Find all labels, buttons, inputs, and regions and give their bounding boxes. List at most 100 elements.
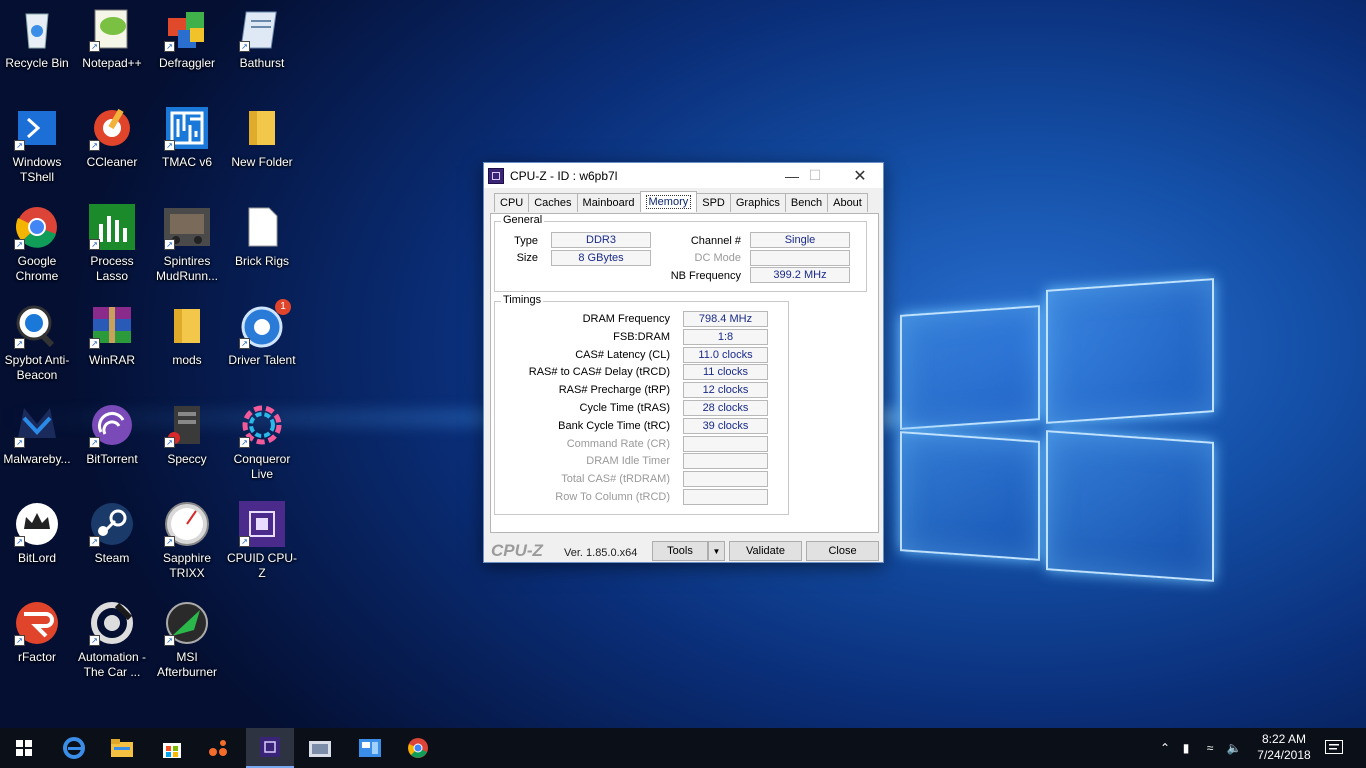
size-label: Size — [516, 252, 538, 264]
desktop-icon[interactable]: ↗ CPUID CPU-Z — [224, 501, 300, 581]
msi-afterburner-icon: ↗ — [164, 600, 210, 646]
conqueror-live-icon: ↗ — [239, 402, 285, 448]
close-window-button[interactable]: ✕ — [837, 163, 883, 188]
taskbar-store[interactable] — [148, 728, 196, 768]
timing-value: 39 clocks — [683, 417, 768, 434]
tab-label: About — [833, 197, 862, 209]
shortcut-arrow-icon: ↗ — [239, 41, 250, 52]
maximize-button[interactable]: ☐ — [792, 163, 838, 188]
shortcut-arrow-icon: ↗ — [164, 140, 175, 151]
notification-badge: 1 — [275, 299, 291, 315]
desktop-icon[interactable]: ↗ Spybot Anti-Beacon — [0, 303, 75, 383]
taskbar-origin[interactable] — [196, 728, 244, 768]
shortcut-arrow-icon: ↗ — [89, 41, 100, 52]
sapphire-trixx-icon: ↗ — [164, 501, 210, 547]
tab-memory[interactable]: Memory — [639, 191, 698, 212]
shortcut-arrow-icon: ↗ — [89, 239, 100, 250]
timing-label: DRAM Idle Timer — [586, 455, 670, 468]
recycle-bin-icon — [14, 6, 60, 52]
desktop-icon[interactable]: ↗ CCleaner — [74, 105, 150, 170]
size-value: 8 GBytes — [551, 250, 651, 266]
desktop-icon[interactable]: ↗ Conqueror Live — [224, 402, 300, 482]
title-bar[interactable]: CPU-Z - ID : w6pb7l — ☐ ✕ — [484, 163, 883, 188]
control-panel-icon — [359, 739, 381, 757]
timing-value: 11 clocks — [683, 364, 768, 381]
tab-bench[interactable]: Bench — [784, 193, 829, 212]
desktop-icon[interactable]: Recycle Bin — [0, 6, 75, 71]
desktop-icon[interactable]: ↗ Speccy — [149, 402, 225, 467]
tab-about[interactable]: About — [827, 193, 868, 212]
desktop-icon[interactable]: ↗ BitTorrent — [74, 402, 150, 467]
desktop-icon[interactable]: ↗ Notepad++ — [74, 6, 150, 71]
desktop-icon[interactable]: ↗ 1 Driver Talent — [224, 299, 300, 368]
desktop-icon[interactable]: New Folder — [224, 105, 300, 170]
taskbar-chrome[interactable] — [394, 728, 442, 768]
desktop-icon[interactable]: ↗ BitLord — [0, 501, 75, 566]
desktop-icon[interactable]: ↗ Windows TShell — [0, 105, 75, 185]
desktop-icon[interactable]: ↗ Google Chrome — [0, 204, 75, 284]
taskbar-edge[interactable] — [50, 728, 98, 768]
desktop-icon[interactable]: Brick Rigs — [224, 204, 300, 269]
desktop-icon-label: Bathurst — [239, 56, 285, 70]
desktop-icon[interactable]: ↗ Defraggler — [149, 6, 225, 71]
taskbar-app-6[interactable] — [296, 728, 344, 768]
desktop-icon-label: Google Chrome — [15, 254, 59, 283]
desktop-icon-label: Automation - The Car ... — [77, 650, 147, 679]
desktop-icon-label: Process Lasso — [90, 254, 134, 283]
desktop-icon[interactable]: ↗ TMAC v6 — [149, 105, 225, 170]
desktop-icon[interactable]: ↗ Bathurst — [224, 6, 300, 71]
shortcut-arrow-icon: ↗ — [239, 437, 250, 448]
rfactor-icon: ↗ — [14, 600, 60, 646]
desktop-icon[interactable]: ↗ rFactor — [0, 600, 75, 665]
desktop-icon-label: mods — [172, 353, 202, 367]
shortcut-arrow-icon: ↗ — [239, 338, 250, 349]
bitlord-icon: ↗ — [14, 501, 60, 547]
taskbar-app-7[interactable] — [346, 728, 394, 768]
tab-graphics[interactable]: Graphics — [729, 193, 786, 212]
taskbar-file-explorer[interactable] — [98, 728, 146, 768]
close-button[interactable]: Close — [806, 541, 879, 561]
tab-bar: CPU Caches Mainboard Memory SPD Graphics Bench… — [494, 191, 868, 213]
tab-label: Graphics — [735, 197, 780, 209]
cpuz-taskbar-icon — [260, 737, 280, 757]
windows-start-icon — [16, 740, 32, 756]
notifications-icon — [1325, 740, 1343, 754]
desktop-icon-label: Speccy — [167, 452, 207, 466]
desktop-icon[interactable]: ↗ Automation - The Car ... — [74, 600, 150, 680]
tab-spd[interactable]: SPD — [696, 193, 731, 212]
volume-icon[interactable]: 🔈 — [1222, 741, 1246, 755]
desktop-icon[interactable]: ↗ WinRAR — [74, 303, 150, 368]
shortcut-arrow-icon: ↗ — [89, 635, 100, 646]
shortcut-arrow-icon: ↗ — [164, 536, 175, 547]
taskbar-cpuz[interactable] — [246, 728, 294, 768]
wifi-icon[interactable]: ≈ — [1198, 741, 1222, 755]
tab-caches[interactable]: Caches — [528, 193, 578, 212]
start-button[interactable] — [0, 728, 48, 768]
folder-icon — [111, 739, 133, 757]
tab-mainboard[interactable]: Mainboard — [576, 193, 641, 212]
desktop-icon-label: Driver Talent — [228, 353, 296, 367]
cpuz-window[interactable]: CPU-Z - ID : w6pb7l — ☐ ✕ CPU Caches Mainb… — [483, 162, 884, 563]
mods-folder-icon — [164, 303, 210, 349]
tools-dropdown-arrow-icon[interactable]: ▼ — [708, 541, 725, 561]
automation-icon: ↗ — [89, 600, 135, 646]
chevron-up-icon[interactable]: ⌃ — [1156, 741, 1174, 755]
shortcut-arrow-icon: ↗ — [14, 536, 25, 547]
battery-icon[interactable]: ▮ — [1174, 741, 1198, 755]
desktop-icon[interactable]: ↗ Steam — [74, 501, 150, 566]
tools-button[interactable]: Tools — [652, 541, 708, 561]
tab-cpu[interactable]: CPU — [494, 193, 530, 212]
desktop-icon[interactable]: mods — [149, 303, 225, 368]
action-center-button[interactable] — [1310, 728, 1358, 768]
desktop-icon[interactable]: ↗ Process Lasso — [74, 204, 150, 284]
desktop-icon[interactable]: ↗ Sapphire TRIXX — [149, 501, 225, 581]
validate-button[interactable]: Validate — [729, 541, 802, 561]
desktop-icon-label: Brick Rigs — [234, 254, 289, 268]
bittorrent-icon: ↗ — [89, 402, 135, 448]
desktop-icon[interactable]: ↗ Malwareby... — [0, 402, 75, 467]
desktop-icon-label: Conqueror Live — [233, 452, 291, 481]
desktop-icon[interactable]: ↗ Spintires MudRunn... — [149, 204, 225, 284]
desktop-icon[interactable]: ↗ MSI Afterburner — [149, 600, 225, 680]
cpuz-brand-logo: CPU-Z — [491, 541, 543, 560]
dcmode-value — [750, 250, 850, 266]
